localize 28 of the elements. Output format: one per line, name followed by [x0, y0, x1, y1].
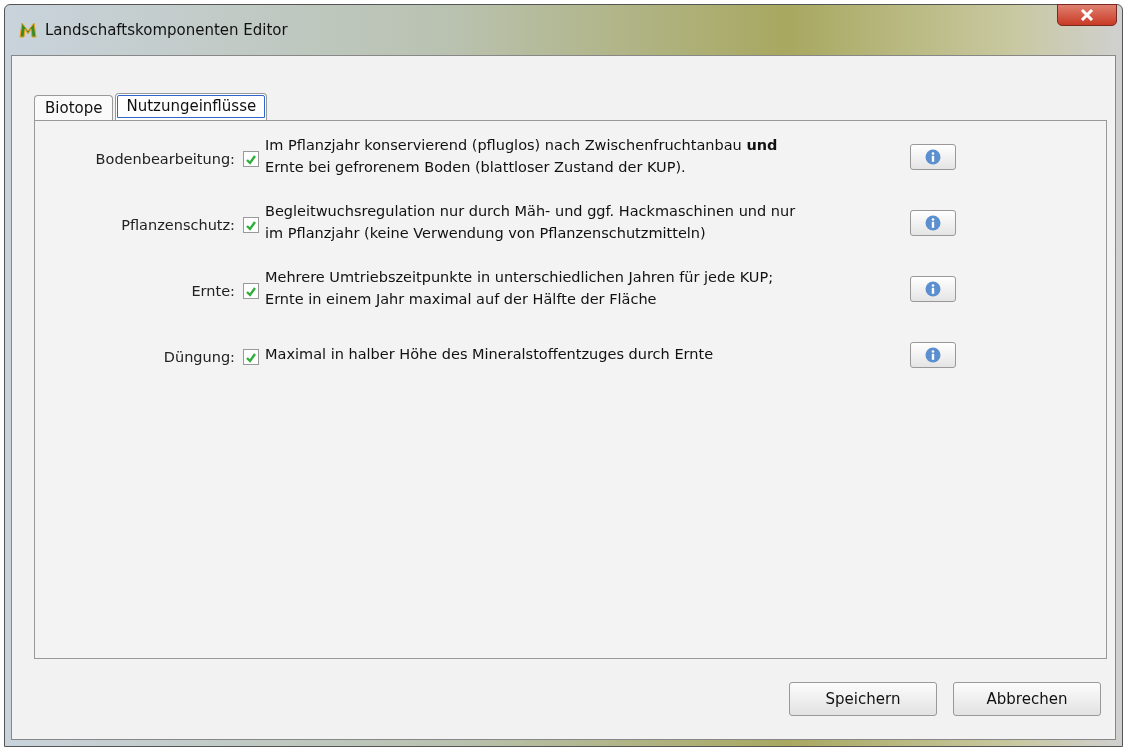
option-description: Maximal in halber Höhe des Mineralstoffentzuges durch Ernte	[265, 345, 715, 364]
tab[interactable]: Biotope	[34, 95, 114, 120]
field-label: Ernte:	[190, 283, 235, 299]
info-button[interactable]	[910, 276, 956, 302]
dialog-button[interactable]: Speichern	[789, 682, 937, 716]
info-icon	[925, 281, 941, 297]
window-title: Landschaftskomponenten Editor	[45, 21, 288, 39]
logo-icon	[19, 22, 37, 38]
info-button[interactable]	[910, 342, 956, 368]
checkbox[interactable]	[243, 217, 259, 233]
close-button[interactable]	[1057, 4, 1117, 26]
checkbox[interactable]	[243, 349, 259, 365]
info-icon	[925, 347, 941, 363]
close-icon	[1079, 9, 1095, 21]
dialog-button[interactable]: Abbrechen	[953, 682, 1101, 716]
info-icon	[925, 149, 941, 165]
field-label: Düngung:	[162, 349, 235, 365]
info-icon	[925, 215, 941, 231]
option-description: Begleitwuchsregulation nur durch Mäh- und ggf. Hackmaschinen und nur im Pflanzjahr (keine Verwendung von Pflanzenschutzmitteln)	[265, 202, 797, 243]
info-button[interactable]	[910, 210, 956, 236]
checkbox[interactable]	[243, 151, 259, 167]
checkbox[interactable]	[243, 283, 259, 299]
option-description: Im Pflanzjahr konservierend (pfluglos) nach Zwischenfruchtanbau und Ernte bei gefrorenem Boden (blattloser Zustand der KUP).	[265, 136, 779, 177]
option-description: Mehrere Umtriebszeitpunkte in unterschiedlichen Jahren für jede KUP; Ernte in einem Jahr maximal auf der Hälfte der Fläche	[265, 268, 775, 309]
field-label: Pflanzenschutz:	[120, 217, 235, 233]
field-label: Bodenbearbeitung:	[94, 151, 235, 167]
info-button[interactable]	[910, 144, 956, 170]
tab[interactable]: Nutzungeinflüsse	[115, 93, 268, 120]
